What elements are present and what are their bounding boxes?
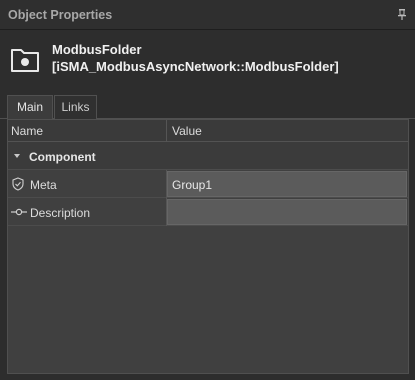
panel-title: Object Properties	[8, 8, 113, 22]
folder-icon	[11, 49, 39, 72]
grid-header: Name Value	[8, 120, 408, 142]
connector-icon	[11, 208, 27, 216]
shield-icon	[12, 177, 24, 191]
caret-down-icon[interactable]	[14, 154, 20, 158]
column-header-value[interactable]: Value	[172, 124, 202, 138]
tab-bar: Main Links	[0, 95, 415, 120]
property-name: Description	[30, 206, 91, 220]
property-name: Meta	[30, 178, 57, 192]
property-value: Group1	[172, 178, 213, 192]
pin-icon[interactable]	[397, 9, 407, 20]
property-row-description[interactable]: Description	[8, 198, 408, 226]
group-label: Component	[29, 150, 96, 164]
tab-main[interactable]: Main	[7, 95, 53, 120]
column-divider[interactable]	[166, 120, 167, 142]
panel-titlebar: Object Properties	[0, 0, 415, 30]
property-grid: Name Value Component Meta Group1 Descrip…	[7, 119, 409, 374]
group-component[interactable]: Component	[8, 142, 408, 170]
meta-value-field[interactable]: Group1	[167, 171, 407, 197]
object-type: [iSMA_ModbusAsyncNetwork::ModbusFolder]	[52, 59, 339, 74]
object-header: ModbusFolder [iSMA_ModbusAsyncNetwork::M…	[0, 30, 415, 88]
description-value-field[interactable]	[167, 199, 407, 225]
tab-links[interactable]: Links	[54, 95, 97, 119]
property-row-meta[interactable]: Meta Group1	[8, 170, 408, 198]
column-header-name[interactable]: Name	[11, 124, 43, 138]
object-name: ModbusFolder	[52, 42, 142, 57]
